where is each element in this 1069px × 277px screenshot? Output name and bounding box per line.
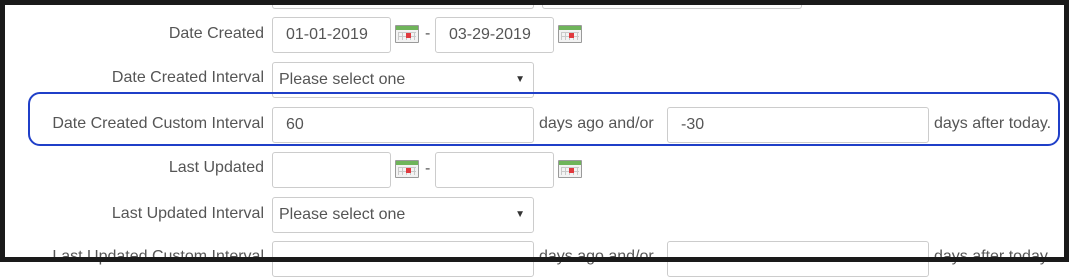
date-created-interval-value: Please select one [279,71,406,88]
date-range-separator: - [425,160,431,177]
date-created-days-ago-input[interactable]: 60 [272,107,534,143]
date-created-to-input[interactable]: 03-29-2019 [435,17,554,53]
date-created-interval-label: Date Created Interval [111,69,264,86]
partial-field-top-right [542,0,802,9]
date-created-days-after-input[interactable]: -30 [667,107,929,143]
last-updated-interval-select[interactable]: Please select one ▼ [272,197,534,233]
calendar-icon[interactable] [395,25,419,43]
last-updated-interval-label: Last Updated Interval [111,205,264,222]
chevron-down-icon: ▼ [515,209,525,220]
last-updated-from-input[interactable] [272,152,391,188]
date-range-separator: - [425,25,431,42]
last-updated-to-input[interactable] [435,152,554,188]
calendar-icon[interactable] [558,160,582,178]
last-updated-interval-value: Please select one [279,206,406,223]
last-updated-days-after-input[interactable] [667,241,929,277]
last-updated-days-ago-input[interactable] [272,241,534,277]
date-created-custom-interval-label: Date Created Custom Interval [52,115,264,132]
partial-field-top-left [272,0,534,9]
last-updated-custom-interval-label: Last Updated Custom Interval [52,248,264,265]
days-after-suffix: days after today. [934,115,1052,132]
last-updated-label: Last Updated [168,159,264,176]
days-ago-suffix: days ago and/or [539,115,654,132]
date-created-from-input[interactable]: 01-01-2019 [272,17,391,53]
days-after-suffix: days after today. [934,248,1052,265]
calendar-icon[interactable] [395,160,419,178]
date-created-label: Date Created [168,25,264,42]
calendar-icon[interactable] [558,25,582,43]
days-ago-suffix: days ago and/or [539,248,654,265]
